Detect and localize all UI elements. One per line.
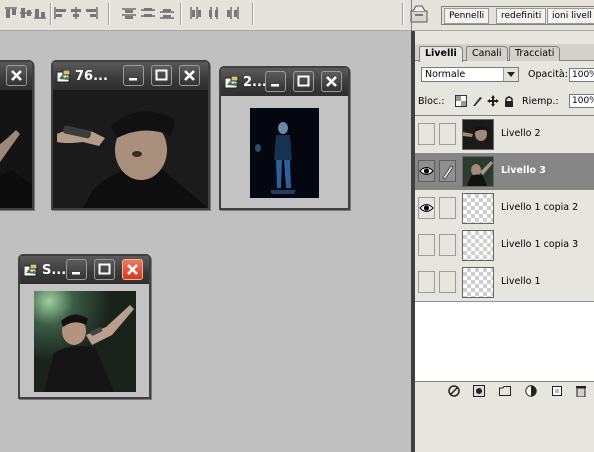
- link-toggle[interactable]: [439, 160, 456, 182]
- lock-transparency-icon[interactable]: [455, 95, 467, 107]
- opacity-label: Opacità:: [528, 69, 568, 80]
- layer-row[interactable]: Livello 1 copia 2: [415, 190, 594, 228]
- layer-row[interactable]: Livello 1: [415, 264, 594, 302]
- doc-canvas[interactable]: [0, 90, 32, 208]
- layer-row[interactable]: Livello 3: [415, 153, 594, 191]
- align-bottom-icon[interactable]: [33, 7, 47, 19]
- layers-panel-footer: [415, 381, 594, 400]
- link-toggle[interactable]: [439, 234, 456, 256]
- layer-thumbnail: [462, 230, 494, 261]
- doc-title: 76...: [75, 69, 108, 84]
- maximize-icon[interactable]: [293, 71, 314, 92]
- lock-all-icon[interactable]: [503, 95, 515, 107]
- options-bar: Pennelli redefiniti ioni livell: [0, 0, 594, 31]
- align-hcenter-icon[interactable]: [69, 7, 83, 19]
- fill-label: Riemp.:: [522, 96, 559, 107]
- doc-titlebar[interactable]: 2...: [221, 68, 348, 96]
- distribute-left-icon[interactable]: [189, 7, 203, 19]
- layers-panel: Livelli Canali Tracciati Normale Opacità…: [411, 31, 594, 452]
- photoshop-doc-icon: [56, 69, 71, 83]
- distribute-top-icon[interactable]: [122, 7, 136, 19]
- close-icon[interactable]: [6, 65, 27, 86]
- blend-mode-value: Normale: [425, 69, 466, 80]
- layer-name[interactable]: Livello 1 copia 2: [501, 202, 578, 213]
- tab-tracciati[interactable]: Tracciati: [509, 46, 561, 61]
- layers-list: Livello 2 Livello 3 Livello 1 copia 2 Li…: [415, 115, 594, 382]
- distribute-hcenter-icon[interactable]: [207, 7, 221, 19]
- visibility-toggle[interactable]: [418, 234, 435, 256]
- align-right-icon[interactable]: [84, 7, 98, 19]
- maximize-icon[interactable]: [94, 259, 115, 280]
- align-left-icon[interactable]: [54, 7, 68, 19]
- minimize-icon[interactable]: [265, 71, 286, 92]
- close-icon[interactable]: [179, 65, 200, 86]
- lock-label: Bloc.:: [418, 96, 445, 107]
- panel-tab-strip: Livelli Canali Tracciati: [415, 44, 594, 62]
- blend-mode-select[interactable]: Normale: [421, 67, 519, 82]
- chevron-down-icon[interactable]: [503, 68, 518, 81]
- well-tab-layer-comps[interactable]: ioni livell: [547, 8, 594, 24]
- visibility-toggle[interactable]: [418, 160, 435, 182]
- doc-canvas[interactable]: [53, 90, 208, 208]
- doc-canvas[interactable]: [250, 108, 319, 198]
- layer-row[interactable]: Livello 1 copia 3: [415, 227, 594, 265]
- link-layers-icon[interactable]: [448, 385, 460, 397]
- doc-titlebar[interactable]: 76...: [53, 62, 208, 90]
- well-tab-presets[interactable]: redefiniti: [496, 8, 547, 24]
- layer-mask-icon[interactable]: [473, 385, 485, 397]
- photoshop-doc-icon: [224, 75, 239, 89]
- minimize-icon[interactable]: [123, 65, 144, 86]
- close-icon[interactable]: [321, 71, 342, 92]
- link-toggle[interactable]: [439, 123, 456, 145]
- visibility-toggle[interactable]: [418, 123, 435, 145]
- new-group-icon[interactable]: [499, 385, 511, 397]
- distribute-bottom-icon[interactable]: [160, 7, 174, 19]
- trash-icon[interactable]: [575, 385, 587, 398]
- minimize-icon[interactable]: [66, 259, 87, 280]
- tab-livelli[interactable]: Livelli: [419, 46, 463, 62]
- tab-canali[interactable]: Canali: [466, 46, 508, 61]
- opacity-field[interactable]: 100%: [569, 68, 594, 82]
- layer-thumbnail: [462, 267, 494, 298]
- fill-field[interactable]: 100%: [569, 94, 594, 108]
- close-icon[interactable]: [122, 259, 143, 280]
- palette-well: Pennelli redefiniti ioni livell: [441, 6, 594, 25]
- doc-title: 2...: [243, 75, 267, 90]
- layer-name[interactable]: Livello 1 copia 3: [501, 239, 578, 250]
- document-window-2[interactable]: 76...: [51, 60, 210, 210]
- visibility-toggle[interactable]: [418, 271, 435, 293]
- doc-titlebar[interactable]: [0, 62, 32, 90]
- lock-move-icon[interactable]: [487, 95, 499, 107]
- lock-brush-icon[interactable]: [471, 95, 483, 107]
- layer-name[interactable]: Livello 1: [501, 276, 541, 287]
- layer-thumbnail: [462, 156, 494, 187]
- doc-canvas[interactable]: [34, 291, 136, 392]
- doc-title: S...: [42, 263, 67, 278]
- well-tab-brushes[interactable]: Pennelli: [444, 8, 490, 24]
- layer-thumbnail: [462, 193, 494, 224]
- maximize-icon[interactable]: [151, 65, 172, 86]
- layer-name[interactable]: Livello 2: [501, 128, 541, 139]
- distribute-vcenter-icon[interactable]: [141, 7, 155, 19]
- layer-name[interactable]: Livello 3: [501, 165, 546, 176]
- link-toggle[interactable]: [439, 271, 456, 293]
- layer-thumbnail: [462, 119, 494, 150]
- distribute-right-icon[interactable]: [226, 7, 240, 19]
- adjustment-layer-icon[interactable]: [525, 385, 537, 397]
- brush-icon: [442, 165, 454, 180]
- link-toggle[interactable]: [439, 197, 456, 219]
- photoshop-doc-icon: [23, 263, 38, 277]
- align-vcenter-icon[interactable]: [19, 7, 33, 19]
- document-window-4[interactable]: S...: [18, 254, 151, 399]
- document-window-1[interactable]: [0, 60, 34, 210]
- layer-row[interactable]: Livello 2: [415, 116, 594, 154]
- doc-titlebar[interactable]: S...: [20, 256, 149, 284]
- new-layer-icon[interactable]: [551, 385, 563, 397]
- visibility-toggle[interactable]: [418, 197, 435, 219]
- document-window-3[interactable]: 2...: [219, 66, 350, 210]
- align-top-icon[interactable]: [4, 7, 18, 19]
